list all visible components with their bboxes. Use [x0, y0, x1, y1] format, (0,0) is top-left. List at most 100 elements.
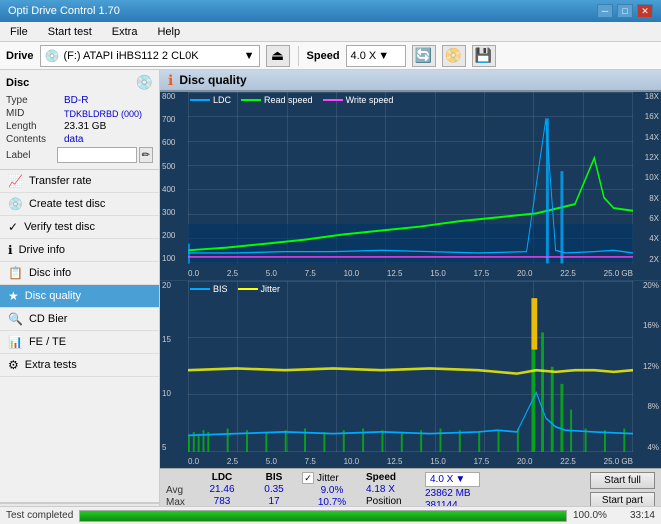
cd-bier-icon: 🔍 [8, 312, 23, 326]
read-speed-label: Read speed [264, 95, 313, 105]
menu-extra[interactable]: Extra [106, 25, 144, 39]
chart-upper: LDC Read speed Write speed [160, 92, 661, 281]
contents-label: Contents [6, 134, 64, 145]
avg-label: Avg [166, 485, 194, 496]
menu-help[interactable]: Help [151, 25, 186, 39]
ldc-header: LDC [198, 472, 246, 483]
disc-panel: Disc 💿 Type BD-R MID TDKBLDRBD (000) Len… [0, 70, 159, 170]
ldc-label: LDC [213, 95, 231, 105]
create-test-disc-label: Create test disc [29, 198, 105, 210]
disc-length-row: Length 23.31 GB [6, 121, 153, 132]
label-input[interactable] [57, 147, 137, 163]
content-area: ℹ Disc quality LDC Read speed [160, 70, 661, 524]
lower-x-axis: 0.0 2.5 5.0 7.5 10.0 12.5 15.0 17.5 20.0… [188, 457, 633, 466]
sidebar-item-transfer-rate[interactable]: 📈 Transfer rate [0, 170, 159, 193]
sidebar-item-disc-info[interactable]: 📋 Disc info [0, 262, 159, 285]
window-title: Opti Drive Control 1.70 [8, 5, 120, 17]
speed-dropdown-arrow: ▼ [378, 50, 389, 62]
upper-y-axis-left: 800 700 600 500 400 300 200 100 [162, 92, 175, 264]
type-label: Type [6, 95, 64, 106]
drive-info-icon: ℹ [8, 243, 13, 257]
jitter-checkbox[interactable]: ✓ [302, 472, 314, 484]
sidebar-item-drive-info[interactable]: ℹ Drive info [0, 239, 159, 262]
menu-start-test[interactable]: Start test [42, 25, 98, 39]
speed-label: Speed [307, 50, 340, 62]
sidebar-item-extra-tests[interactable]: ⚙ Extra tests [0, 354, 159, 377]
start-buttons: Start full Start part [590, 472, 655, 509]
sidebar-item-create-test-disc[interactable]: 💿 Create test disc [0, 193, 159, 216]
maximize-button[interactable]: □ [617, 4, 633, 18]
create-test-disc-icon: 💿 [8, 197, 23, 211]
progress-time: 33:14 [619, 510, 655, 521]
write-speed-label: Write speed [346, 95, 394, 105]
disc-quality-header: ℹ Disc quality [160, 70, 661, 92]
chart-container: LDC Read speed Write speed [160, 92, 661, 468]
length-value: 23.31 GB [64, 121, 106, 132]
transfer-rate-icon: 📈 [8, 174, 23, 188]
bis-label: BIS [213, 284, 228, 294]
start-full-button[interactable]: Start full [590, 472, 655, 489]
read-speed-color-dot [241, 99, 261, 101]
toolbar-btn-3[interactable]: 💾 [472, 45, 496, 67]
toolbar: Drive 💿 (F:) ATAPI iHBS112 2 CL0K ▼ ⏏ Sp… [0, 42, 661, 70]
disc-quality-label: Disc quality [25, 290, 81, 302]
jitter-color-dot [238, 288, 258, 290]
label-edit-button[interactable]: ✏ [139, 147, 153, 163]
window-controls: ─ □ ✕ [597, 4, 653, 18]
jitter-checkbox-row[interactable]: ✓ Jitter [302, 472, 362, 484]
upper-x-axis: 0.0 2.5 5.0 7.5 10.0 12.5 15.0 17.5 20.0… [188, 269, 633, 278]
disc-contents-row: Contents data [6, 134, 153, 145]
chart-lower: BIS Jitter [160, 281, 661, 469]
chart-lower-legend: BIS Jitter [190, 284, 280, 294]
disc-header-label: Disc [6, 77, 29, 89]
minimize-button[interactable]: ─ [597, 4, 613, 18]
eject-button[interactable]: ⏏ [266, 45, 290, 67]
speed-selector[interactable]: 4.0 X ▼ [346, 45, 406, 67]
drive-dropdown-arrow: ▼ [244, 50, 255, 62]
ldc-color-dot [190, 99, 210, 101]
length-label: Length [6, 121, 64, 132]
disc-icon: 💿 [136, 74, 153, 91]
status-text: Test completed [6, 510, 73, 521]
toolbar-separator [298, 46, 299, 66]
legend-read-speed: Read speed [241, 95, 313, 105]
label-label: Label [6, 150, 57, 161]
sidebar-item-verify-test-disc[interactable]: ✓ Verify test disc [0, 216, 159, 239]
write-speed-color-dot [323, 99, 343, 101]
contents-value: data [64, 134, 83, 145]
mid-value: TDKBLDRBD (000) [64, 109, 142, 119]
bis-header: BIS [250, 472, 298, 483]
menu-bar: File Start test Extra Help [0, 22, 661, 42]
upper-y-axis-right: 18X 16X 14X 12X 10X 8X 6X 4X 2X [645, 92, 659, 264]
legend-bis: BIS [190, 284, 228, 294]
menu-file[interactable]: File [4, 25, 34, 39]
avg-ldc: 21.46 [198, 484, 246, 495]
sidebar-item-fe-te[interactable]: 📊 FE / TE [0, 331, 159, 354]
transfer-rate-label: Transfer rate [29, 175, 92, 187]
speed-header: Speed [366, 472, 421, 483]
lower-chart-svg [188, 281, 633, 453]
type-value: BD-R [64, 95, 88, 106]
speed-value: 4.0 X [351, 50, 377, 62]
max-position: 23862 MB [425, 488, 480, 499]
disc-mid-row: MID TDKBLDRBD (000) [6, 108, 153, 119]
legend-ldc: LDC [190, 95, 231, 105]
cd-bier-label: CD Bier [29, 313, 68, 325]
bis-color-dot [190, 288, 210, 290]
upper-chart-svg [188, 92, 633, 264]
toolbar-btn-2[interactable]: 📀 [442, 45, 466, 67]
sidebar-item-disc-quality[interactable]: ★ Disc quality [0, 285, 159, 308]
chart-upper-legend: LDC Read speed Write speed [190, 95, 393, 105]
progress-percent: 100.0% [573, 510, 613, 521]
title-bar: Opti Drive Control 1.70 ─ □ ✕ [0, 0, 661, 22]
drive-selector[interactable]: 💿 (F:) ATAPI iHBS112 2 CL0K ▼ [40, 45, 260, 67]
mid-label: MID [6, 108, 64, 119]
verify-test-disc-label: Verify test disc [24, 221, 95, 233]
close-button[interactable]: ✕ [637, 4, 653, 18]
jitter-checkbox-label: Jitter [317, 473, 339, 484]
sidebar-item-cd-bier[interactable]: 🔍 CD Bier [0, 308, 159, 331]
disc-quality-icon: ★ [8, 289, 19, 303]
speed-dropdown[interactable]: 4.0 X ▼ [425, 472, 480, 487]
toolbar-btn-1[interactable]: 🔄 [412, 45, 436, 67]
drive-info-label: Drive info [19, 244, 65, 256]
